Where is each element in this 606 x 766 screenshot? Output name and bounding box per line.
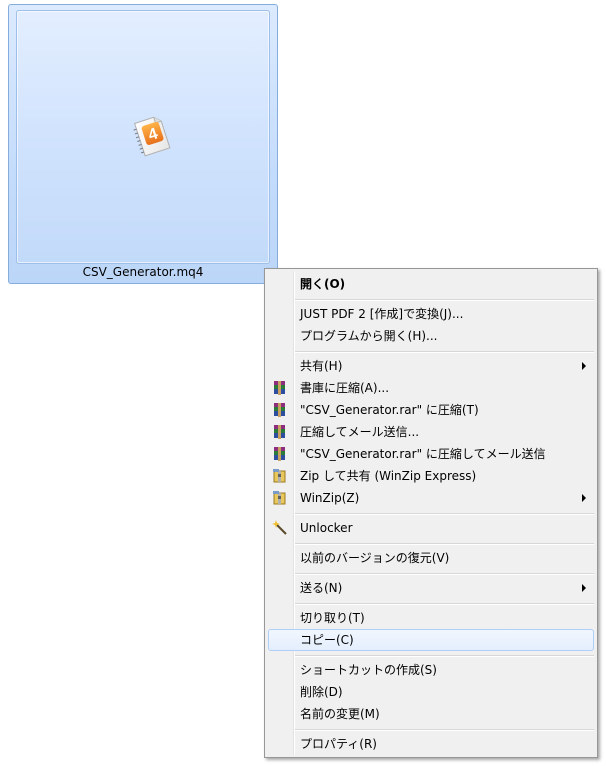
- menu-item-label: 以前のバージョンの復元(V): [300, 551, 450, 565]
- submenu-arrow-icon: [582, 362, 586, 370]
- menu-item-compress-and-email[interactable]: 圧縮してメール送信...: [268, 421, 594, 443]
- file-thumbnail[interactable]: 4: [16, 10, 270, 264]
- menu-item-label: コピー(C): [300, 633, 354, 647]
- menu-item-rename[interactable]: 名前の変更(M): [268, 703, 594, 725]
- winzip-icon: [273, 491, 286, 505]
- menu-item-label: 開く(O): [300, 277, 346, 291]
- menu-item-label: ショートカットの作成(S): [300, 663, 437, 677]
- menu-item-restore-previous-versions[interactable]: 以前のバージョンの復元(V): [268, 547, 594, 569]
- menu-item-label: プロパティ(R): [300, 737, 377, 751]
- menu-separator: [295, 729, 594, 731]
- menu-separator: [295, 543, 594, 545]
- menu-item-send-to[interactable]: 送る(N): [268, 577, 594, 599]
- menu-item-label: 切り取り(T): [300, 611, 365, 625]
- submenu-arrow-icon: [582, 584, 586, 592]
- menu-item-label: Zip して共有 (WinZip Express): [300, 469, 477, 483]
- menu-separator: [295, 299, 594, 301]
- menu-item-label: "CSV_Generator.rar" に圧縮(T): [300, 403, 479, 417]
- menu-item-copy[interactable]: コピー(C): [268, 629, 594, 651]
- menu-separator: [295, 513, 594, 515]
- menu-item-label: Unlocker: [300, 521, 353, 535]
- menu-item-label: 削除(D): [300, 685, 343, 699]
- menu-item-properties[interactable]: プロパティ(R): [268, 733, 594, 755]
- menu-item-compress-rar-and-email[interactable]: "CSV_Generator.rar" に圧縮してメール送信: [268, 443, 594, 465]
- menu-item-unlocker[interactable]: Unlocker: [268, 517, 594, 539]
- menu-item-label: プログラムから開く(H)...: [300, 329, 438, 343]
- menu-item-winzip[interactable]: WinZip(Z): [268, 487, 594, 509]
- menu-separator: [295, 603, 594, 605]
- menu-item-label: "CSV_Generator.rar" に圧縮してメール送信: [300, 447, 546, 461]
- menu-item-add-to-archive[interactable]: 書庫に圧縮(A)...: [268, 377, 594, 399]
- winrar-icon: [274, 425, 285, 439]
- menu-item-label: 共有(H): [300, 359, 343, 373]
- menu-item-create-shortcut[interactable]: ショートカットの作成(S): [268, 659, 594, 681]
- menu-item-open-with[interactable]: プログラムから開く(H)...: [268, 325, 594, 347]
- winrar-icon: [274, 381, 285, 395]
- submenu-arrow-icon: [582, 494, 586, 502]
- menu-separator: [295, 351, 594, 353]
- menu-item-cut[interactable]: 切り取り(T): [268, 607, 594, 629]
- explorer-view: 4 CSV_Generator.mq4 開く(O) JUST PDF 2 [作成…: [0, 0, 606, 766]
- menu-separator: [295, 655, 594, 657]
- file-name-label[interactable]: CSV_Generator.mq4: [9, 264, 277, 280]
- file-item-selected[interactable]: 4 CSV_Generator.mq4: [8, 4, 278, 284]
- menu-item-label: 名前の変更(M): [300, 707, 380, 721]
- context-menu: 開く(O) JUST PDF 2 [作成]で変換(J)... プログラムから開く…: [264, 268, 598, 758]
- menu-item-just-pdf-convert[interactable]: JUST PDF 2 [作成]で変換(J)...: [268, 303, 594, 325]
- menu-item-label: 送る(N): [300, 581, 343, 595]
- menu-item-winzip-express[interactable]: Zip して共有 (WinZip Express): [268, 465, 594, 487]
- mq4-file-icon: 4: [133, 116, 171, 157]
- winrar-icon: [274, 403, 285, 417]
- menu-item-delete[interactable]: 削除(D): [268, 681, 594, 703]
- menu-item-label: JUST PDF 2 [作成]で変換(J)...: [300, 307, 464, 321]
- menu-item-open[interactable]: 開く(O): [268, 273, 594, 295]
- winrar-icon: [274, 447, 285, 461]
- menu-item-label: 圧縮してメール送信...: [300, 425, 420, 439]
- menu-separator: [295, 573, 594, 575]
- menu-item-add-to-rar[interactable]: "CSV_Generator.rar" に圧縮(T): [268, 399, 594, 421]
- menu-item-label: WinZip(Z): [300, 491, 360, 505]
- menu-item-label: 書庫に圧縮(A)...: [300, 381, 390, 395]
- menu-item-share[interactable]: 共有(H): [268, 355, 594, 377]
- unlocker-wand-icon: [272, 520, 287, 535]
- winzip-icon: [273, 469, 286, 483]
